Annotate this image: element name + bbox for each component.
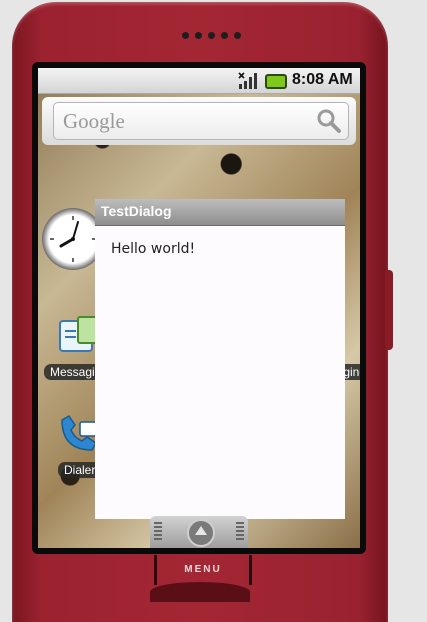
speaker-grille (182, 32, 241, 39)
up-arrow-icon (187, 519, 215, 547)
search-placeholder: Google (63, 109, 125, 133)
search-input[interactable]: Google (53, 102, 349, 140)
menu-key[interactable]: MENU (154, 555, 252, 585)
drawer-grip-left (154, 522, 162, 540)
drawer-grip-right (236, 522, 244, 540)
screen: 8:08 AM Google Messaging Dialer TestDial… (38, 68, 360, 548)
dialog-message: Hello world! (111, 241, 196, 257)
search-widget[interactable]: Google (42, 97, 356, 145)
dialog-title-bar: TestDialog (95, 199, 345, 226)
trackball-housing (150, 582, 250, 602)
volume-key[interactable] (385, 270, 393, 350)
menu-key-label: MENU (184, 564, 222, 575)
status-clock: 8:08 AM (292, 71, 353, 88)
signal-icon (238, 72, 257, 89)
search-icon[interactable] (316, 108, 342, 134)
dialog-title: TestDialog (101, 203, 172, 219)
status-bar[interactable]: 8:08 AM (38, 68, 360, 94)
test-dialog[interactable]: TestDialog Hello world! (95, 199, 345, 519)
app-drawer-handle[interactable] (150, 516, 248, 548)
battery-icon (265, 74, 287, 89)
